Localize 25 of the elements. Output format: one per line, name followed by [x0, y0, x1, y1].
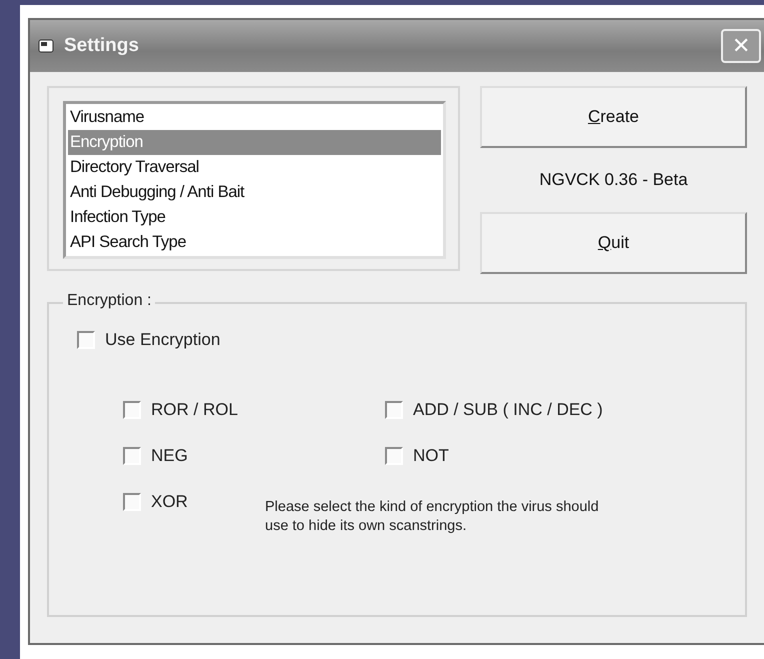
group-title: Encryption :	[63, 292, 156, 310]
list-item[interactable]: Directory Traversal	[68, 155, 441, 180]
list-item[interactable]: API Search Type	[68, 230, 441, 255]
checkbox[interactable]	[123, 493, 141, 511]
checkbox[interactable]	[385, 447, 403, 465]
checkbox-label: Use Encryption	[105, 330, 220, 350]
window-title: Settings	[64, 35, 140, 57]
quit-button[interactable]: Quit	[480, 212, 747, 274]
checkbox-label: ADD / SUB ( INC / DEC )	[413, 400, 603, 420]
checkbox[interactable]	[123, 401, 141, 419]
list-item[interactable]: Infection Type	[68, 205, 441, 230]
checkbox-label: NEG	[151, 446, 188, 466]
checkbox-label: NOT	[413, 446, 449, 466]
window-icon	[38, 39, 54, 53]
checkbox[interactable]	[385, 401, 403, 419]
checkbox-label: XOR	[151, 492, 188, 512]
checkbox[interactable]	[77, 331, 95, 349]
version-label: NGVCK 0.36 - Beta	[538, 169, 689, 191]
list-item[interactable]: Anti Debugging / Anti Bait	[68, 180, 441, 205]
list-item[interactable]: Virusname	[68, 105, 441, 130]
help-text: Please select the kind of encryption the virus should use to hide its own scanstrings.	[265, 498, 600, 536]
list-box[interactable]: Virusname Encryption Directory Traversal Anti Debugging / Anti Bait Infection Type API Search Type	[63, 101, 446, 259]
checkbox[interactable]	[123, 447, 141, 465]
checkbox-label: ROR / ROL	[151, 400, 238, 420]
create-button[interactable]: Create	[480, 86, 747, 148]
